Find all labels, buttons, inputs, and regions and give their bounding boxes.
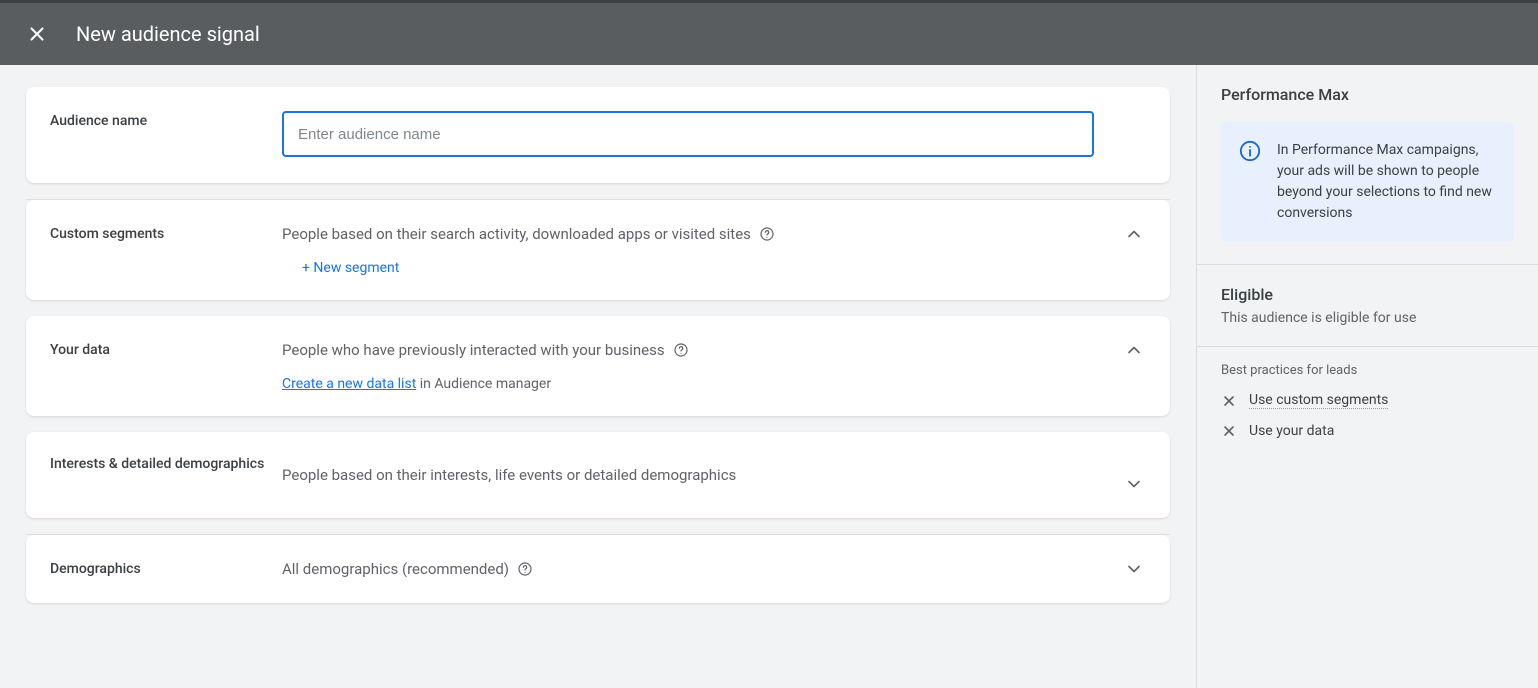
best-practice-text: Use custom segments: [1249, 392, 1388, 409]
card-demographics: Demographics All demographics (recommend…: [26, 535, 1170, 603]
eligible-text: This audience is eligible for use: [1221, 310, 1514, 326]
create-data-list-suffix: in Audience manager: [416, 376, 551, 392]
desc-demographics: All demographics (recommended): [282, 560, 509, 578]
best-practice-item[interactable]: Use your data: [1221, 423, 1514, 439]
audience-name-input[interactable]: [282, 111, 1094, 157]
page-header: New audience signal: [0, 3, 1538, 65]
close-icon: [1221, 423, 1237, 439]
help-icon[interactable]: [673, 342, 689, 358]
help-icon[interactable]: [517, 561, 533, 577]
desc-your-data: People who have previously interacted wi…: [282, 341, 665, 359]
card-interests: Interests & detailed demographics People…: [26, 432, 1170, 518]
main-content: Audience name Custom segments People bas…: [0, 65, 1196, 688]
best-practices-heading: Best practices for leads: [1221, 363, 1514, 378]
right-sidebar: Performance Max In Performance Max campa…: [1196, 65, 1538, 688]
chevron-down-icon[interactable]: [1122, 559, 1146, 579]
eligible-heading: Eligible: [1221, 285, 1514, 304]
label-your-data: Your data: [50, 340, 282, 358]
close-icon[interactable]: [26, 23, 48, 45]
desc-interests: People based on their interests, life ev…: [282, 466, 736, 484]
info-text: In Performance Max campaigns, your ads w…: [1277, 140, 1496, 224]
help-icon[interactable]: [759, 226, 775, 242]
chevron-down-icon[interactable]: [1122, 474, 1146, 494]
new-segment-link[interactable]: + New segment: [302, 260, 399, 276]
page-title: New audience signal: [76, 22, 260, 46]
chevron-up-icon[interactable]: [1122, 340, 1146, 360]
card-audience-name: Audience name: [26, 87, 1170, 183]
info-box: In Performance Max campaigns, your ads w…: [1221, 122, 1514, 242]
create-data-list-link[interactable]: Create a new data list: [282, 376, 416, 392]
label-custom-segments: Custom segments: [50, 224, 282, 242]
label-interests: Interests & detailed demographics: [50, 456, 282, 472]
best-practice-text: Use your data: [1249, 423, 1334, 439]
desc-custom-segments: People based on their search activity, d…: [282, 225, 751, 243]
close-icon: [1221, 393, 1237, 409]
label-demographics: Demographics: [50, 559, 282, 577]
label-audience-name: Audience name: [50, 111, 282, 129]
info-icon: [1239, 140, 1261, 224]
card-your-data: Your data People who have previously int…: [26, 316, 1170, 416]
chevron-up-icon[interactable]: [1122, 224, 1146, 244]
best-practice-item[interactable]: Use custom segments: [1221, 392, 1514, 409]
sidebar-heading-pmax: Performance Max: [1221, 85, 1514, 104]
card-custom-segments: Custom segments People based on their se…: [26, 200, 1170, 300]
